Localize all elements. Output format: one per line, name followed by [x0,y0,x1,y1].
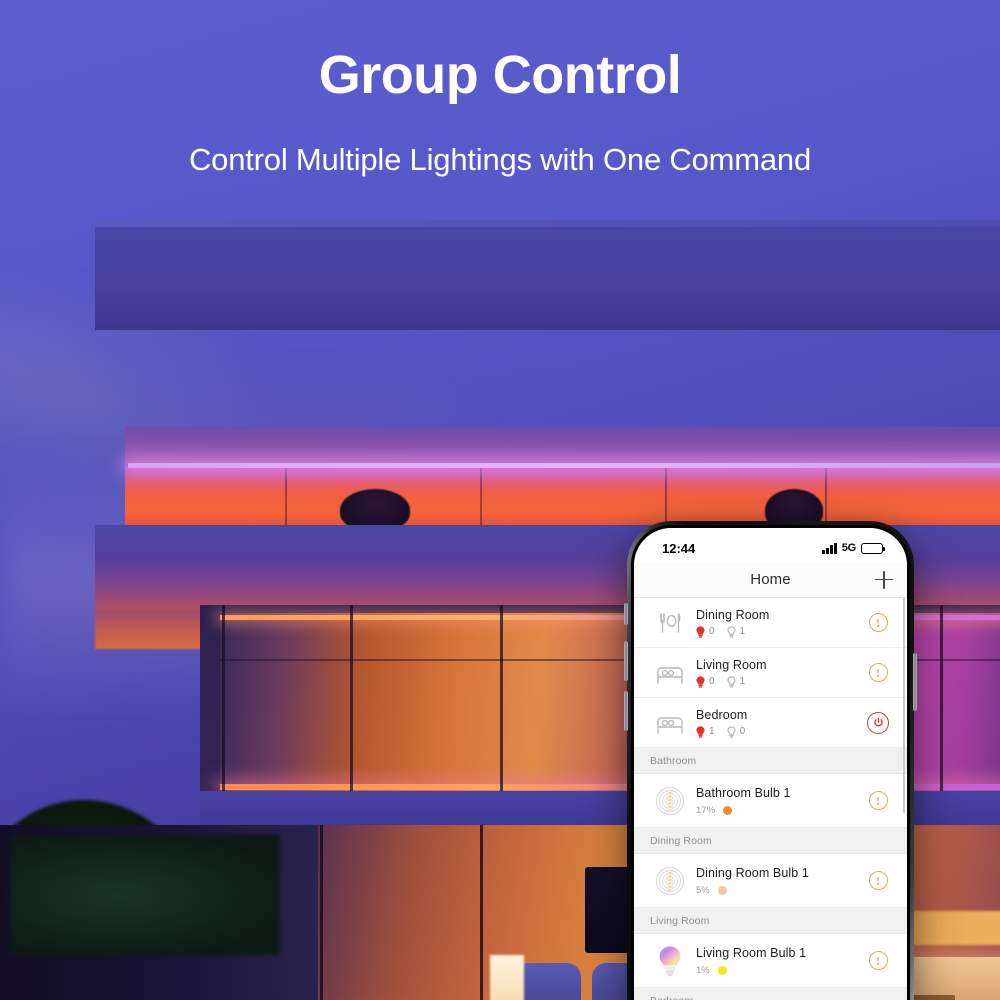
group-name: Living Room [696,657,767,672]
mute-switch[interactable] [624,603,628,625]
table-row[interactable]: Dining Room 0 1 ! [634,598,907,648]
group-name: Dining Room [696,607,770,622]
page-subtitle: Control Multiple Lightings with One Comm… [188,142,812,177]
bulbs-on-count: 0 [696,625,715,638]
battery-icon [861,542,886,554]
list-item[interactable]: Living Room Bulb 1 1% ! [634,934,907,988]
bulbs-on-count: 1 [696,725,715,738]
bed-icon [650,662,690,684]
promo-header: Group Control Control Multiple Lightings… [0,48,1000,178]
list-item[interactable]: Bathroom Bulb 1 17% ! [634,774,907,828]
status-bar: 12:44 5G [634,528,907,562]
power-side-button[interactable] [913,653,917,711]
warning-circle-icon[interactable]: ! [868,871,888,890]
section-header: Living Room [634,908,907,934]
color-dot [723,805,733,815]
device-list[interactable]: Dining Room 0 1 ! Living Room 0 1 ! Bedr… [634,598,907,1000]
light-strip-icon [650,866,690,896]
promo-scene: Group Control Control Multiple Lightings… [0,0,1000,1000]
table-row[interactable]: Living Room 0 1 ! [634,648,907,698]
device-name: Living Room Bulb 1 [696,945,807,960]
cellular-bars-icon [822,542,837,554]
table-row[interactable]: Bedroom 1 0 [634,698,907,748]
dining-utensils-icon [650,610,690,636]
color-dot [717,885,727,895]
phone-mockup: 12:44 5G Home Dining Room 0 1 ! Living R… [624,521,917,1000]
phone-screen: 12:44 5G Home Dining Room 0 1 ! Living R… [634,528,907,1000]
page-title: Group Control [318,45,682,105]
roof-slab [95,220,1000,330]
section-header: Bedroom [634,988,907,1000]
device-name: Dining Room Bulb 1 [696,865,809,880]
phone-frame: 12:44 5G Home Dining Room 0 1 ! Living R… [624,521,917,1000]
volume-down-button[interactable] [624,691,628,731]
app-nav-bar: Home [634,562,907,598]
bulbs-off-count: 1 [726,675,745,688]
section-header: Bathroom [634,748,907,774]
phone-bezel: 12:44 5G Home Dining Room 0 1 ! Living R… [631,525,910,1000]
garden-hedge [10,835,280,955]
brightness-value: 1% [696,964,710,976]
list-item[interactable]: Dining Room Bulb 1 5% ! [634,854,907,908]
warning-circle-icon[interactable]: ! [868,951,888,970]
armchair-left [515,963,581,1000]
brightness-value: 5% [696,884,710,896]
list-scrollbar[interactable] [902,598,905,813]
brightness-value: 17% [696,804,716,816]
bulbs-on-count: 0 [696,675,715,688]
nav-title: Home [750,571,791,588]
bulbs-off-count: 0 [726,725,745,738]
device-name: Bathroom Bulb 1 [696,785,791,800]
bed-icon [650,712,690,734]
section-header: Dining Room [634,828,907,854]
status-time: 12:44 [662,540,696,556]
plus-icon[interactable] [875,570,893,589]
roof-slab-edge [95,220,1000,227]
volume-up-button[interactable] [624,641,628,681]
bulbs-off-count: 1 [726,625,745,638]
light-strip-icon [650,786,690,816]
warning-circle-icon[interactable]: ! [868,613,888,632]
group-name: Bedroom [696,707,748,722]
power-button-icon[interactable] [867,711,889,734]
upper-balcony-recess [125,467,1000,525]
floor-lamp [490,955,524,1000]
upper-led-strip [128,463,1000,468]
color-dot [717,965,727,975]
warning-circle-icon[interactable]: ! [868,791,888,810]
color-bulb-icon [650,945,690,977]
warning-circle-icon[interactable]: ! [868,663,888,682]
network-label: 5G [841,542,856,554]
